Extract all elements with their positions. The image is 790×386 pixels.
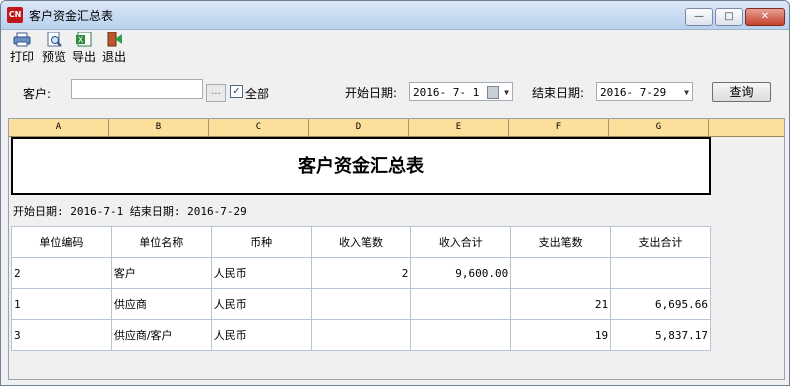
minimize-button[interactable]: — — [685, 8, 713, 26]
calendar-icon[interactable] — [487, 86, 499, 99]
header-cell[interactable]: 收入合计 — [410, 226, 512, 258]
end-date-label: 结束日期: — [532, 86, 585, 100]
table-cell[interactable] — [410, 319, 512, 351]
export-button[interactable]: X 导出 — [69, 32, 99, 65]
table-cell[interactable]: 1 — [11, 288, 112, 320]
column-header-c[interactable]: C — [209, 119, 309, 136]
header-cell[interactable]: 支出合计 — [610, 226, 711, 258]
all-checkbox[interactable]: ✓ — [230, 85, 243, 98]
report-title: 客户资金汇总表 — [11, 137, 711, 195]
start-date-picker[interactable]: 2016- 7- 1 ▼ — [409, 82, 513, 101]
app-window: CN 客户资金汇总表 — □ ✕ 打印 预览 X 导出 退出 客户: ... ✓… — [0, 0, 790, 386]
export-label: 导出 — [71, 50, 96, 64]
table-cell[interactable]: 供应商 — [110, 288, 212, 320]
report-date-range: 开始日期: 2016-7-1 结束日期: 2016-7-29 — [13, 205, 247, 218]
header-cell[interactable]: 收入笔数 — [310, 226, 412, 258]
table-cell[interactable]: 21 — [510, 288, 612, 320]
dropdown-arrow-icon[interactable]: ▼ — [684, 83, 689, 102]
table-cell[interactable] — [310, 319, 412, 351]
column-header-g[interactable]: G — [609, 119, 709, 136]
customer-browse-button[interactable]: ... — [206, 84, 226, 102]
filter-form: 客户: ... ✓ 全部 开始日期: 2016- 7- 1 ▼ 结束日期: 20… — [1, 71, 789, 109]
table-cell[interactable]: 5,837.17 — [610, 319, 711, 351]
column-header-a[interactable]: A — [9, 119, 109, 136]
end-date-value: 2016- 7-29 — [600, 86, 667, 99]
exit-door-icon — [107, 32, 122, 47]
window-title: 客户资金汇总表 — [29, 9, 114, 23]
table-cell[interactable]: 19 — [510, 319, 612, 351]
table-cell[interactable] — [410, 288, 512, 320]
table-cell[interactable]: 客户 — [110, 257, 212, 289]
print-button[interactable]: 打印 — [7, 32, 37, 65]
header-cell[interactable]: 单位名称 — [110, 226, 212, 258]
report-sheet: A B C D E F G 客户资金汇总表 开始日期: 2016-7-1 结束日… — [8, 118, 785, 380]
table-cell[interactable]: 6,695.66 — [610, 288, 711, 320]
table-cell[interactable]: 3 — [11, 319, 112, 351]
table-cell[interactable]: 9,600.00 — [410, 257, 512, 289]
exit-button[interactable]: 退出 — [99, 32, 129, 65]
table-row: 3 供应商/客户 人民币 19 5,837.17 — [11, 319, 711, 351]
table-cell[interactable]: 供应商/客户 — [110, 319, 212, 351]
table-cell[interactable]: 人民币 — [210, 257, 312, 289]
customer-label: 客户: — [23, 87, 52, 101]
start-date-value: 2016- 7- 1 — [413, 86, 480, 99]
close-button[interactable]: ✕ — [745, 8, 785, 26]
title-bar: CN 客户资金汇总表 — □ ✕ — [1, 1, 789, 30]
exit-label: 退出 — [101, 50, 126, 64]
query-button[interactable]: 查询 — [712, 82, 771, 102]
toolbar: 打印 预览 X 导出 退出 — [1, 30, 789, 66]
table-cell[interactable]: 2 — [310, 257, 412, 289]
table-cell[interactable] — [610, 257, 711, 289]
header-cell[interactable]: 币种 — [210, 226, 312, 258]
excel-export-icon: X — [76, 32, 92, 47]
dropdown-arrow-icon[interactable]: ▼ — [504, 83, 509, 102]
column-header-b[interactable]: B — [109, 119, 209, 136]
header-cell[interactable]: 单位编码 — [11, 226, 112, 258]
preview-label: 预览 — [41, 50, 66, 64]
column-header-e[interactable]: E — [409, 119, 509, 136]
column-header-f[interactable]: F — [509, 119, 609, 136]
column-header-d[interactable]: D — [309, 119, 409, 136]
column-header-bar: A B C D E F G — [9, 119, 784, 137]
preview-button[interactable]: 预览 — [39, 32, 69, 65]
table-cell[interactable] — [310, 288, 412, 320]
print-label: 打印 — [9, 50, 34, 64]
header-cell[interactable]: 支出笔数 — [510, 226, 612, 258]
table-cell[interactable]: 2 — [11, 257, 112, 289]
start-date-label: 开始日期: — [345, 86, 398, 100]
preview-icon — [47, 32, 62, 47]
table-row: 1 供应商 人民币 21 6,695.66 — [11, 288, 711, 320]
table-cell[interactable]: 人民币 — [210, 288, 312, 320]
end-date-picker[interactable]: 2016- 7-29 ▼ — [596, 82, 693, 101]
all-label: 全部 — [245, 87, 270, 101]
table-cell[interactable] — [510, 257, 612, 289]
app-logo-icon: CN — [7, 7, 23, 23]
printer-icon — [13, 32, 31, 47]
table-row: 2 客户 人民币 2 9,600.00 — [11, 257, 711, 289]
summary-table: 单位编码 单位名称 币种 收入笔数 收入合计 支出笔数 支出合计 2 客户 人民… — [11, 226, 711, 351]
table-header-row: 单位编码 单位名称 币种 收入笔数 收入合计 支出笔数 支出合计 — [11, 226, 711, 258]
maximize-button[interactable]: □ — [715, 8, 743, 26]
customer-input[interactable] — [71, 79, 203, 99]
svg-text:X: X — [78, 36, 84, 45]
table-cell[interactable]: 人民币 — [210, 319, 312, 351]
